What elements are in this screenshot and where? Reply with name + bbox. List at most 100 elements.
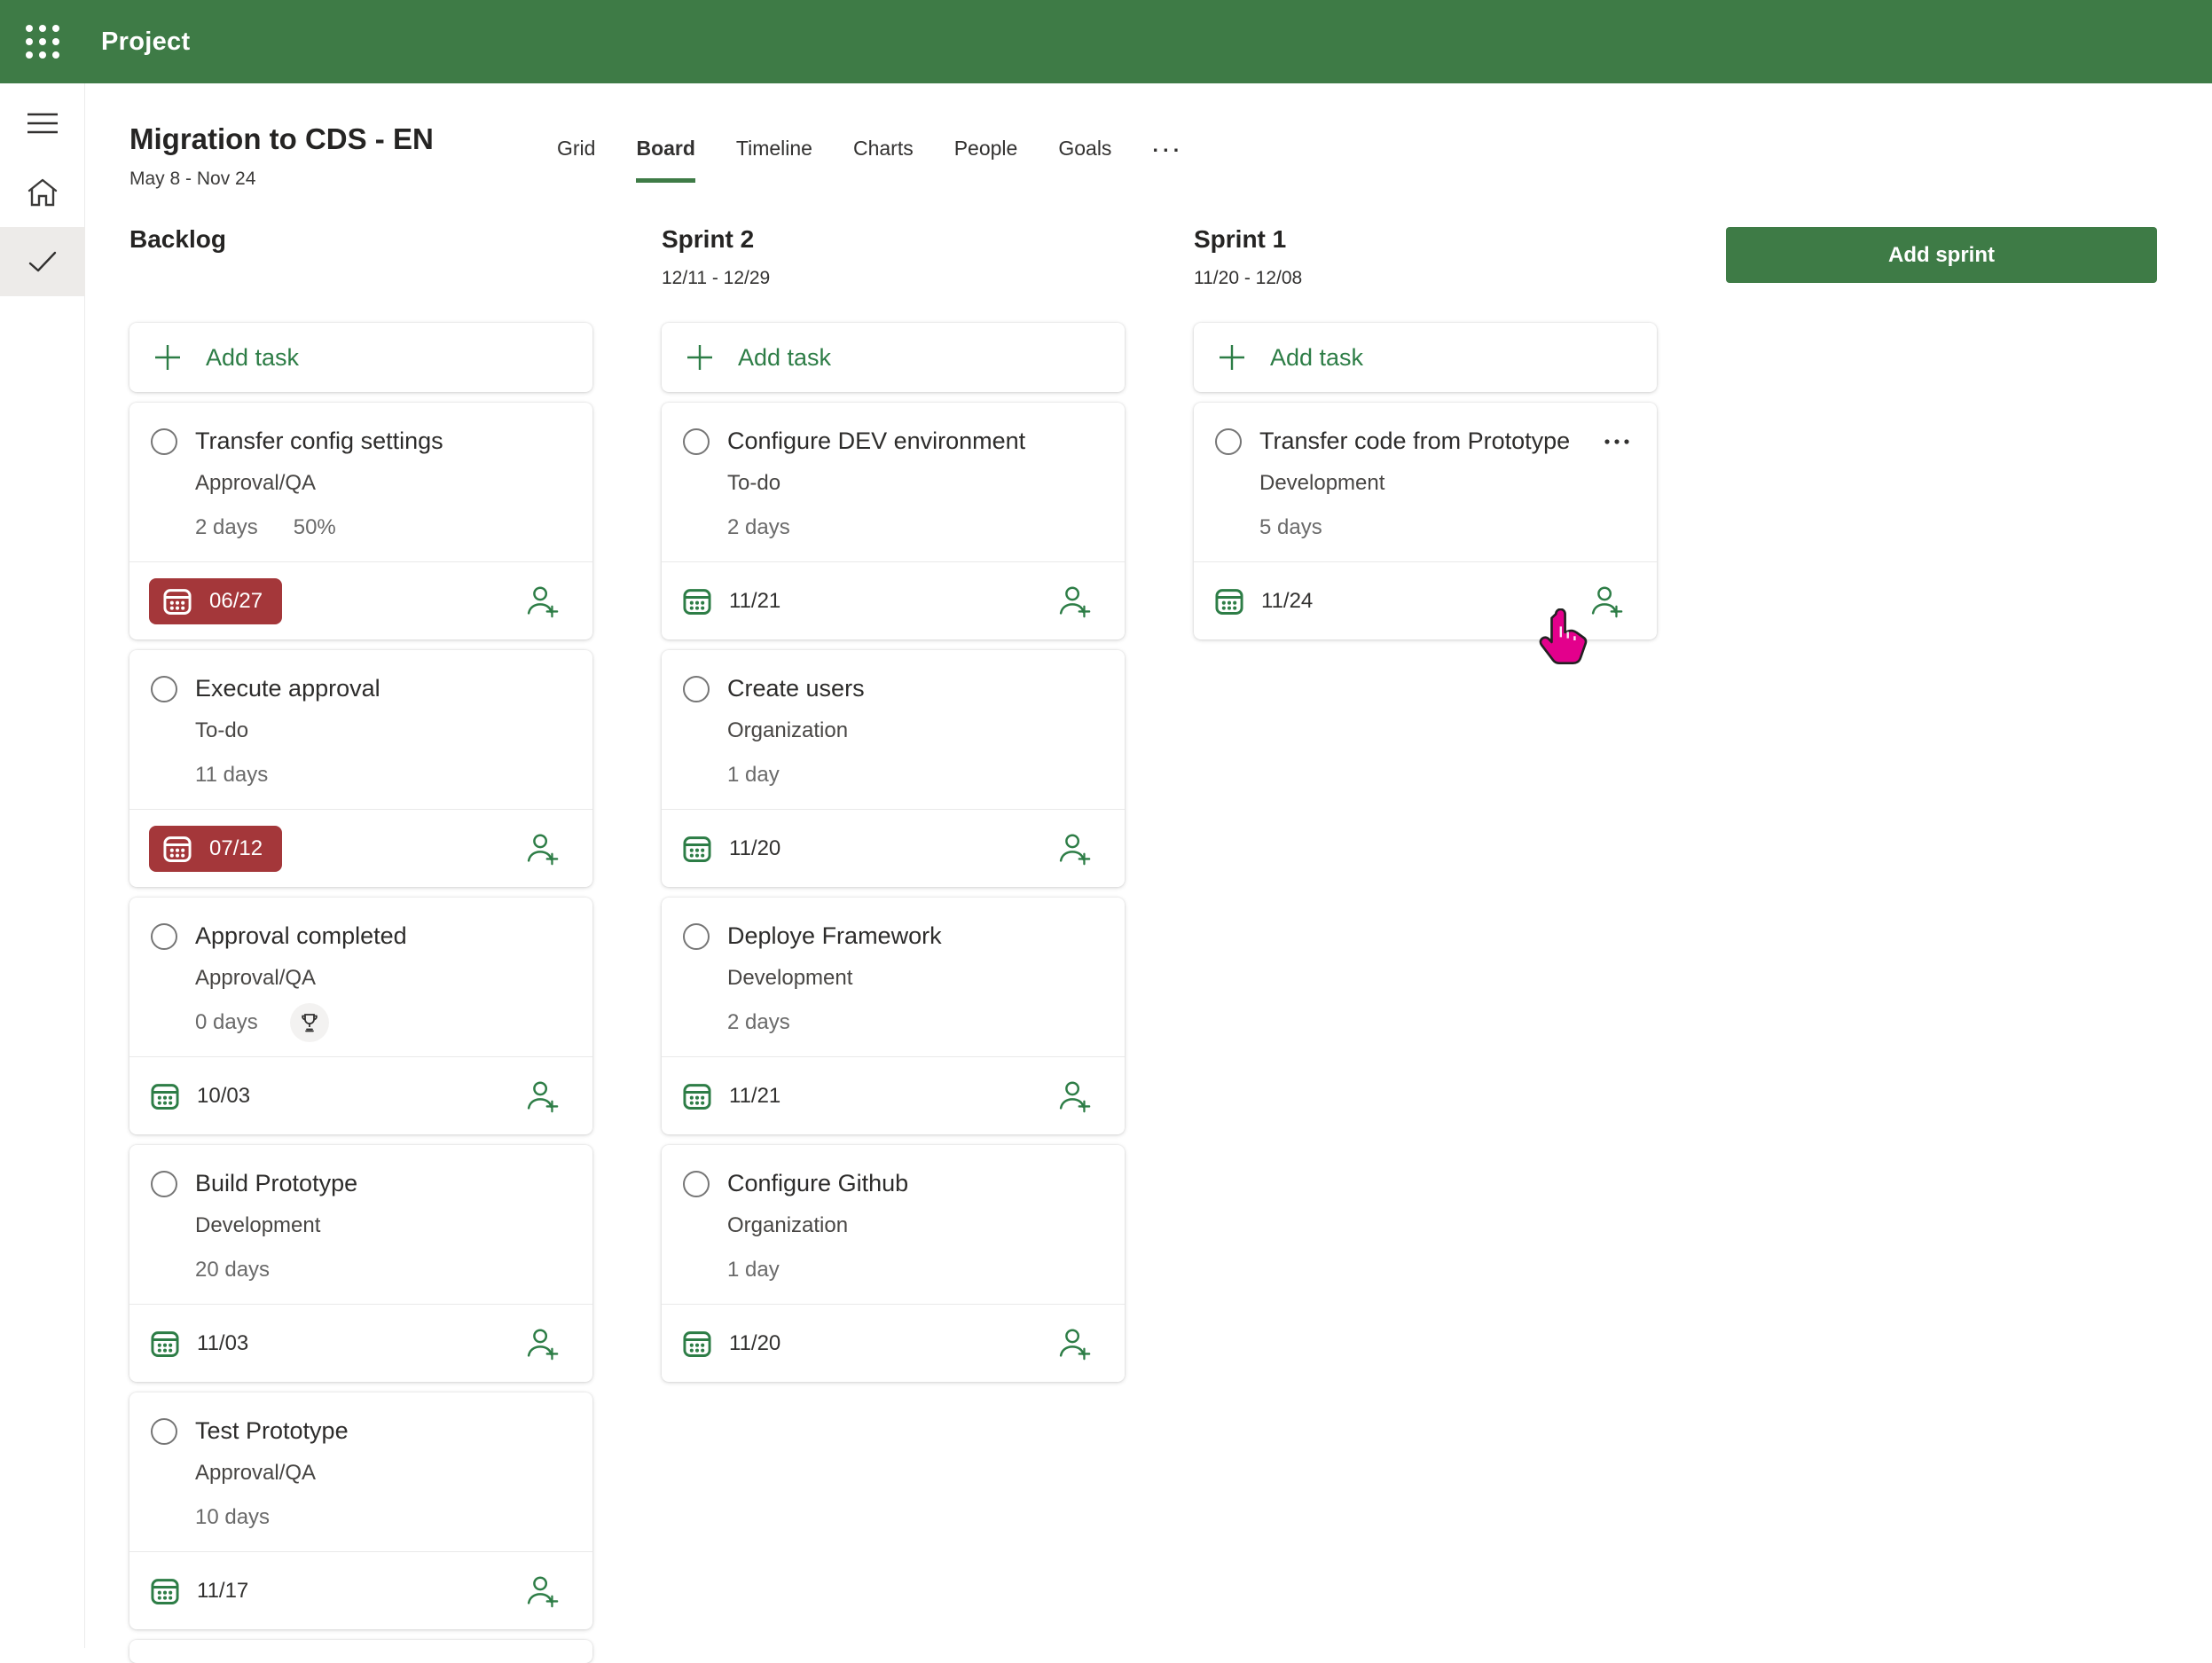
assign-person-button[interactable] [1588, 583, 1625, 620]
task-due-date-chip[interactable]: 06/27 [149, 578, 282, 624]
task-card[interactable]: Test Prototype Approval/QA 10 days [129, 1392, 592, 1629]
task-duration: 2 days [195, 515, 258, 540]
waffle-app-launcher-button[interactable] [0, 0, 85, 83]
sidebar-home-button[interactable] [0, 158, 85, 227]
sidebar-hamburger-button[interactable] [0, 89, 85, 158]
tab-more-button[interactable]: ··· [1152, 137, 1183, 184]
add-task-button[interactable]: Add task [1194, 323, 1657, 392]
task-card[interactable]: Configure DEV environment To-do 2 days [662, 403, 1125, 639]
calendar-icon [149, 1080, 181, 1112]
task-duration: 1 day [727, 1258, 780, 1283]
column-title: Sprint 1 [1194, 225, 1657, 254]
calendar-icon [681, 585, 713, 617]
task-duration: 5 days [1259, 515, 1322, 540]
task-card[interactable]: Configure Github Organization 1 day [662, 1145, 1125, 1382]
waffle-icon [26, 25, 59, 59]
check-tasks-icon [28, 251, 57, 272]
task-complete-checkbox[interactable] [683, 676, 710, 702]
task-complete-checkbox[interactable] [683, 428, 710, 455]
task-card[interactable]: Build Prototype Development 20 days [129, 1145, 592, 1382]
person-add-icon [1055, 1325, 1093, 1362]
task-card[interactable]: Execute approval To-do 11 days [129, 650, 592, 887]
assign-person-button[interactable] [1055, 830, 1093, 867]
assign-person-button[interactable] [523, 1573, 561, 1610]
task-due-date-chip[interactable]: 11/03 [149, 1328, 248, 1360]
assign-person-button[interactable] [523, 830, 561, 867]
task-bucket-label: Approval/QA [195, 966, 571, 991]
task-card[interactable]: Create users Organization 1 day [662, 650, 1125, 887]
task-due-date: 11/20 [729, 1331, 780, 1356]
app-top-bar: Project [0, 0, 2212, 83]
person-add-icon [1055, 1078, 1093, 1115]
task-due-date-chip[interactable]: 07/12 [149, 826, 282, 872]
assign-person-button[interactable] [523, 583, 561, 620]
plus-icon [1219, 344, 1245, 371]
task-duration: 0 days [195, 1010, 258, 1035]
assign-person-button[interactable] [523, 1325, 561, 1362]
column-title: Sprint 2 [662, 225, 1125, 254]
tab-goals[interactable]: Goals [1058, 137, 1111, 183]
task-bucket-label: Development [195, 1213, 571, 1238]
partially-visible-task-card[interactable] [129, 1640, 592, 1663]
calendar-icon [149, 1575, 181, 1607]
app-name: Project [101, 27, 190, 57]
task-card[interactable]: Transfer config settings Approval/QA 2 d… [129, 403, 592, 639]
tab-people[interactable]: People [954, 137, 1018, 183]
task-title: Transfer code from Prototype [1259, 428, 1604, 455]
task-complete-checkbox[interactable] [151, 428, 177, 455]
task-due-date: 07/12 [209, 836, 263, 861]
task-duration: 10 days [195, 1505, 270, 1530]
task-complete-checkbox[interactable] [151, 1418, 177, 1445]
calendar-icon [681, 1080, 713, 1112]
person-add-icon [1055, 583, 1093, 620]
sidebar-tasks-button[interactable] [0, 227, 85, 296]
task-card[interactable]: Deploye Framework Development 2 days [662, 898, 1125, 1134]
task-due-date-chip[interactable]: 11/21 [681, 585, 780, 617]
add-task-button[interactable]: Add task [662, 323, 1125, 392]
task-due-date-chip[interactable]: 10/03 [149, 1080, 250, 1112]
task-complete-checkbox[interactable] [151, 1171, 177, 1197]
task-complete-checkbox[interactable] [151, 923, 177, 950]
trophy-icon [299, 1012, 320, 1033]
board-column: Sprint 2 12/11 - 12/29 Add task Configur… [662, 225, 1125, 1663]
assign-person-button[interactable] [1055, 1325, 1093, 1362]
task-card[interactable]: Approval completed Approval/QA 0 days [129, 898, 592, 1134]
calendar-icon [681, 833, 713, 865]
add-sprint-button[interactable]: Add sprint [1726, 227, 2157, 283]
calendar-icon [149, 1328, 181, 1360]
task-more-menu-button[interactable] [1604, 438, 1630, 445]
tab-board[interactable]: Board [636, 137, 694, 183]
tab-timeline[interactable]: Timeline [736, 137, 812, 183]
task-complete-checkbox[interactable] [683, 1171, 710, 1197]
task-due-date-chip[interactable]: 11/21 [681, 1080, 780, 1112]
assign-person-button[interactable] [523, 1078, 561, 1115]
task-complete-checkbox[interactable] [151, 676, 177, 702]
hamburger-menu-icon [27, 112, 58, 135]
ellipsis-icon [1604, 438, 1630, 445]
view-tabs: Grid Board Timeline Charts People Goals ··· [557, 137, 1183, 184]
task-title: Test Prototype [195, 1417, 571, 1445]
calendar-icon [1213, 585, 1245, 617]
task-duration: 11 days [195, 763, 268, 788]
project-date-range: May 8 - Nov 24 [129, 169, 557, 190]
plus-icon [686, 344, 713, 371]
task-due-date-chip[interactable]: 11/20 [681, 833, 780, 865]
task-due-date-chip[interactable]: 11/17 [149, 1575, 248, 1607]
task-bucket-label: Organization [727, 1213, 1103, 1238]
task-duration: 2 days [727, 515, 790, 540]
tab-charts[interactable]: Charts [853, 137, 914, 183]
task-complete-checkbox[interactable] [1215, 428, 1242, 455]
task-due-date-chip[interactable]: 11/24 [1213, 585, 1313, 617]
task-card[interactable]: Transfer code from Prototype Development… [1194, 403, 1657, 639]
tab-grid[interactable]: Grid [557, 137, 595, 183]
plus-icon [154, 344, 181, 371]
task-due-date-chip[interactable]: 11/20 [681, 1328, 780, 1360]
task-complete-checkbox[interactable] [683, 923, 710, 950]
column-title: Backlog [129, 225, 592, 254]
add-task-button[interactable]: Add task [129, 323, 592, 392]
calendar-icon [161, 833, 193, 865]
board-column: Sprint 1 11/20 - 12/08 Add task Transfer… [1194, 225, 1657, 1663]
assign-person-button[interactable] [1055, 583, 1093, 620]
task-duration: 2 days [727, 1010, 790, 1035]
assign-person-button[interactable] [1055, 1078, 1093, 1115]
